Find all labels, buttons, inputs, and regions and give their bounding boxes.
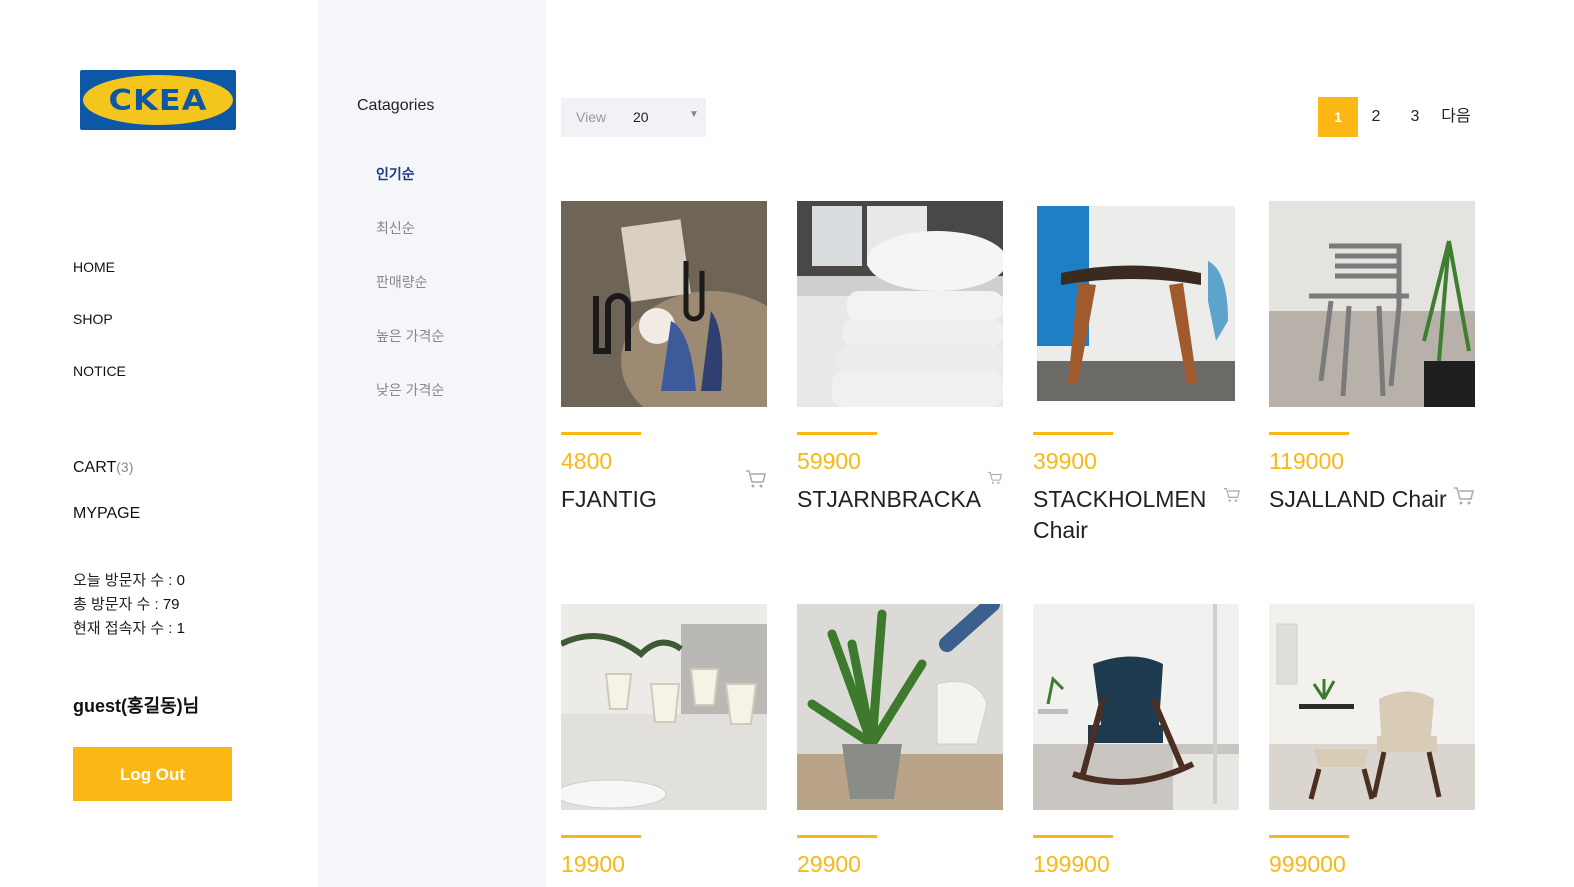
product-image-hooks[interactable] — [561, 201, 767, 407]
product-price: 119000 — [1269, 448, 1345, 474]
product-card[interactable]: 59900 STJARNBRACKA — [797, 201, 1003, 512]
product-name: SJALLAND Chair — [1269, 486, 1447, 512]
product-card[interactable]: 19900 — [561, 604, 767, 877]
product-card[interactable]: 999000 — [1269, 604, 1475, 877]
logo-text: CKEA — [108, 82, 208, 118]
chevron-down-icon: ▼ — [689, 109, 699, 120]
brand-logo[interactable]: CKEA — [80, 70, 236, 130]
product-card[interactable]: 39900 STACKHOLMEN Chair — [1033, 201, 1240, 543]
main-nav: HOME SHOP NOTICE — [73, 258, 126, 414]
price-accent-bar — [561, 432, 641, 435]
left-sidebar: CKEA HOME SHOP NOTICE CART(3) MYPAGE 오늘 … — [0, 0, 318, 887]
product-image-rocking-chair[interactable] — [1033, 604, 1239, 810]
view-value: 20 — [633, 109, 649, 125]
product-price: 4800 — [561, 448, 613, 474]
product-image-glasses[interactable] — [561, 604, 767, 810]
price-accent-bar — [561, 835, 641, 838]
product-card[interactable]: 4800 FJANTIG — [561, 201, 767, 512]
product-card[interactable]: 119000 SJALLAND Chair — [1269, 201, 1475, 512]
category-price-low[interactable]: 낮은 가격순 — [376, 381, 444, 435]
price-accent-bar — [1269, 432, 1349, 435]
price-accent-bar — [797, 835, 877, 838]
category-panel: Catagories 인기순 최신순 판매량순 높은 가격순 낮은 가격순 — [318, 0, 546, 887]
cart-icon[interactable] — [1223, 487, 1241, 503]
page-2[interactable]: 2 — [1366, 97, 1386, 137]
cart-link[interactable]: CART(3) — [73, 459, 133, 477]
product-name: STACKHOLMEN Chair — [1033, 486, 1207, 543]
nav-notice[interactable]: NOTICE — [73, 362, 126, 414]
product-name: STJARNBRACKA — [797, 486, 982, 512]
visitor-stats: 오늘 방문자 수 : 0 총 방문자 수 : 79 현재 접속자 수 : 1 — [73, 569, 185, 641]
nav-home[interactable]: HOME — [73, 258, 126, 310]
cart-icon[interactable] — [987, 471, 1003, 485]
category-list: 인기순 최신순 판매량순 높은 가격순 낮은 가격순 — [376, 165, 444, 435]
view-label: View — [576, 109, 607, 125]
product-card[interactable]: 199900 — [1033, 604, 1239, 877]
cart-label: CART — [73, 459, 117, 476]
page-next[interactable]: 다음 — [1439, 97, 1473, 137]
product-image-bedding[interactable] — [797, 201, 1003, 407]
category-newest[interactable]: 최신순 — [376, 219, 444, 273]
product-price: 19900 — [561, 851, 625, 877]
product-price: 999000 — [1269, 851, 1346, 877]
product-image-plant[interactable] — [797, 604, 1003, 810]
price-accent-bar — [1033, 432, 1113, 435]
page-3[interactable]: 3 — [1405, 97, 1425, 137]
cart-icon[interactable] — [1453, 486, 1475, 506]
logout-button[interactable]: Log Out — [73, 747, 232, 801]
stat-today-value: 0 — [176, 572, 185, 589]
page-1[interactable]: 1 — [1318, 97, 1358, 137]
stat-total-label: 총 방문자 수 : — [73, 596, 163, 613]
stat-current-value: 1 — [176, 620, 185, 637]
stat-current-label: 현재 접속자 수 : — [73, 620, 177, 637]
stat-current: 현재 접속자 수 : 1 — [73, 617, 185, 641]
category-popular[interactable]: 인기순 — [376, 165, 444, 219]
stat-total-value: 79 — [162, 596, 180, 613]
stat-today: 오늘 방문자 수 : 0 — [73, 569, 185, 593]
category-price-high[interactable]: 높은 가격순 — [376, 327, 444, 381]
user-greeting: guest(홍길동)님 — [73, 696, 200, 716]
category-title: Catagories — [357, 97, 435, 114]
product-image-armchair-footstool[interactable] — [1269, 604, 1475, 810]
price-accent-bar — [1033, 835, 1113, 838]
price-accent-bar — [797, 432, 877, 435]
product-price: 199900 — [1033, 851, 1110, 877]
product-name: FJANTIG — [561, 486, 657, 512]
cart-count: (3) — [116, 459, 134, 475]
mypage-link[interactable]: MYPAGE — [73, 505, 140, 523]
product-image-bench[interactable] — [1033, 201, 1239, 407]
cart-icon[interactable] — [745, 469, 767, 489]
product-price: 59900 — [797, 448, 861, 474]
nav-shop[interactable]: SHOP — [73, 310, 126, 362]
product-card[interactable]: 29900 — [797, 604, 1003, 877]
stat-total: 총 방문자 수 : 79 — [73, 593, 185, 617]
price-accent-bar — [1269, 835, 1349, 838]
product-image-stacked-chairs[interactable] — [1269, 201, 1475, 407]
product-price: 29900 — [797, 851, 861, 877]
stat-today-label: 오늘 방문자 수 : — [73, 572, 177, 589]
category-bestselling[interactable]: 판매량순 — [376, 273, 444, 327]
view-count-select[interactable]: View 20 ▼ — [561, 98, 706, 137]
product-price: 39900 — [1033, 448, 1097, 474]
